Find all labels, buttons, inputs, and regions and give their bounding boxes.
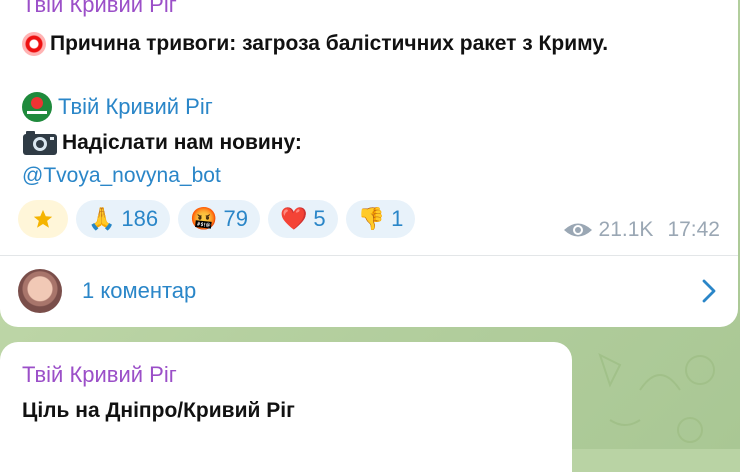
thumbs-down-emoji-icon: 👎 — [357, 206, 386, 231]
reaction-count: 79 — [223, 206, 249, 231]
views-count: 21.1K — [598, 218, 654, 241]
send-news-line: Надіслати нам новину: — [22, 130, 302, 156]
siren-icon — [22, 32, 46, 56]
comments-divider — [0, 255, 738, 256]
reaction-thumbs-down-button[interactable]: 👎 1 — [345, 200, 416, 238]
reaction-count: 186 — [121, 206, 159, 231]
message-sender[interactable]: Твій Кривий Ріг — [22, 0, 177, 18]
reaction-pray-button[interactable]: 🙏 186 — [76, 200, 171, 238]
bot-link[interactable]: @Tvoya_novyna_bot — [22, 164, 221, 188]
comments-label: 1 коментар — [82, 278, 197, 303]
message-time: 17:42 — [667, 218, 720, 241]
message-meta: 21.1K 17:42 — [563, 218, 720, 242]
alert-text: Причина тривоги: загроза балістичних рак… — [50, 32, 609, 55]
chevron-right-icon — [702, 279, 716, 303]
heart-emoji-icon: ❤️ — [280, 206, 308, 231]
reactions-bar: 🙏 186 🤬 79 ❤️ 5 👎 1 — [18, 200, 416, 238]
reaction-angry-button[interactable]: 🤬 79 — [178, 200, 261, 238]
alert-line: Причина тривоги: загроза балістичних рак… — [22, 32, 608, 56]
reaction-star-button[interactable] — [18, 200, 68, 238]
comments-button[interactable]: 1 коментар — [18, 267, 718, 315]
reaction-count: 5 — [313, 206, 326, 231]
channel-avatar-icon — [22, 92, 52, 122]
reaction-heart-button[interactable]: ❤️ 5 — [268, 200, 338, 238]
message-bubble-next: Твій Кривий Ріг Ціль на Дніпро/Кривий Рі… — [0, 342, 572, 472]
message-sender[interactable]: Твій Кривий Ріг — [22, 362, 177, 388]
views-eye-icon — [563, 223, 592, 237]
camera-icon — [23, 131, 57, 155]
message-bubble: Твій Кривий Ріг Причина тривоги: загроза… — [0, 0, 738, 327]
commenter-avatar — [18, 269, 62, 313]
message-text: Ціль на Дніпро/Кривий Ріг — [22, 399, 295, 422]
send-news-text: Надіслати нам новину: — [62, 131, 302, 154]
reaction-count: 1 — [391, 206, 404, 231]
star-icon — [33, 209, 53, 228]
pray-emoji-icon: 🙏 — [88, 206, 116, 231]
channel-link[interactable]: Твій Кривий Ріг — [58, 94, 213, 120]
angry-emoji-icon: 🤬 — [190, 206, 218, 231]
channel-link-line[interactable]: Твій Кривий Ріг — [22, 92, 213, 122]
